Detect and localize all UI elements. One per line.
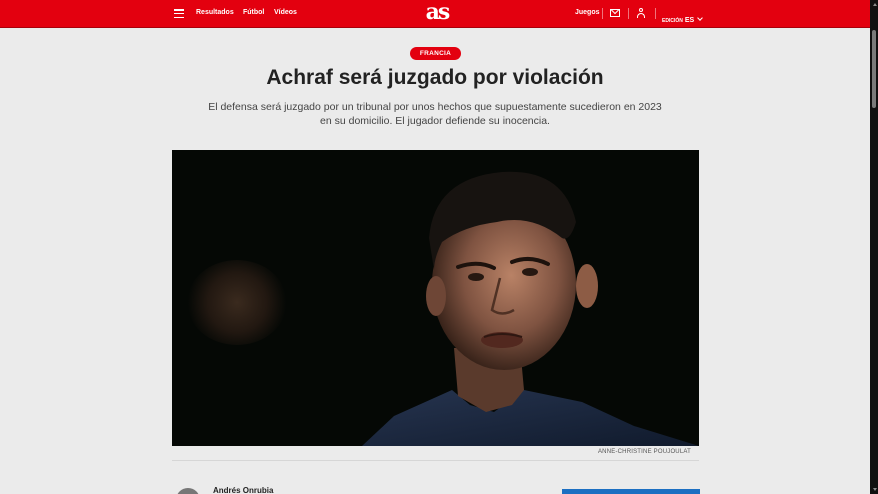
site-header: Resultados Fútbol Vídeos as Juegos EDICI… [0, 0, 870, 28]
article-photo [172, 150, 699, 446]
edition-value: ES [684, 17, 695, 24]
header-divider [655, 8, 656, 19]
user-icon[interactable] [636, 8, 646, 19]
content-divider [172, 460, 699, 461]
browser-viewport: Resultados Fútbol Vídeos as Juegos EDICI… [0, 0, 870, 494]
photo-credit: ANNE-CHRISTINE POUJOULAT [597, 449, 691, 455]
scroll-down-icon[interactable] [873, 488, 877, 491]
ad-banner[interactable] [562, 489, 700, 494]
site-logo[interactable]: as [420, 1, 454, 25]
mail-icon[interactable] [610, 9, 620, 17]
nav-juegos[interactable]: Juegos [575, 9, 600, 16]
nav-resultados[interactable]: Resultados [196, 9, 234, 16]
header-divider [602, 8, 603, 19]
scrollbar-thumb[interactable] [872, 30, 876, 108]
nav-videos[interactable]: Vídeos [274, 9, 297, 16]
article-subtitle: El defensa será juzgado por un tribunal … [208, 101, 662, 127]
category-badge[interactable]: FRANCIA [410, 47, 461, 60]
scroll-up-icon[interactable] [873, 3, 877, 6]
header-divider [628, 8, 629, 19]
edition-selector[interactable]: EDICIÓN ES [662, 9, 704, 27]
nav-futbol[interactable]: Fútbol [243, 9, 264, 16]
edition-label: EDICIÓN [662, 18, 683, 24]
photo-bokeh [187, 260, 287, 345]
author-name[interactable]: Andrés Onrubia [213, 486, 273, 494]
article-title: Achraf será juzgado por violación [266, 66, 604, 89]
author-avatar [176, 488, 200, 494]
menu-icon[interactable] [174, 9, 184, 18]
chevron-down-icon [697, 15, 704, 21]
